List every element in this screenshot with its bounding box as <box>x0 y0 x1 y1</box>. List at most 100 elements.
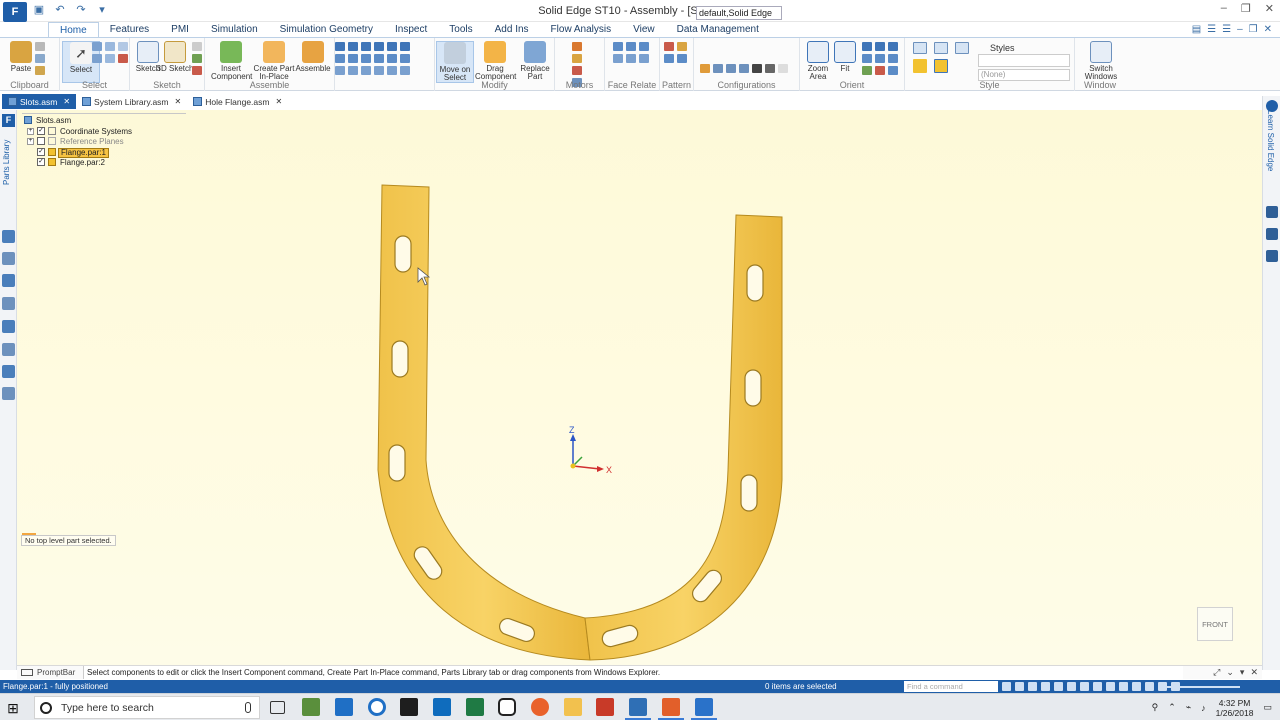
terminal-app-icon[interactable] <box>400 698 418 716</box>
assemble-button[interactable]: Assemble <box>293 41 333 73</box>
pattern-2-icon[interactable] <box>677 42 687 51</box>
close-tab-icon[interactable]: ✕ <box>275 97 282 106</box>
gamepad-app-icon[interactable] <box>498 698 516 716</box>
solid-edge-window-icon[interactable] <box>691 698 717 720</box>
prompt-bar-label[interactable]: PromptBar <box>21 668 75 677</box>
relate-10-icon[interactable] <box>374 54 384 63</box>
paste-special-icon[interactable] <box>35 66 45 75</box>
minimize-icon[interactable]: – <box>1221 2 1227 15</box>
style-view-1-icon[interactable] <box>913 42 927 54</box>
tab-flow-analysis[interactable]: Flow Analysis <box>540 22 623 37</box>
relate-6-icon[interactable] <box>400 42 410 51</box>
close-tab-icon[interactable]: ✕ <box>63 97 70 106</box>
motor-2-icon[interactable] <box>572 54 582 63</box>
tree-item-flange-2[interactable]: ✓ Flange.par:2 <box>22 158 182 169</box>
visibility-checkbox[interactable]: ✓ <box>37 158 45 166</box>
right-tool-2-icon[interactable] <box>1266 228 1278 240</box>
insert-component-button[interactable]: Insert Component <box>211 41 252 81</box>
dock-tool-6-icon[interactable] <box>2 343 15 356</box>
volume-icon[interactable]: ♪ <box>1201 703 1206 713</box>
styles-dropdown[interactable] <box>978 54 1070 67</box>
configuration-dropdown[interactable]: default,Solid Edge <box>696 6 782 20</box>
outlook-app-icon[interactable] <box>433 698 451 716</box>
find-command-input[interactable]: Find a command <box>904 681 998 692</box>
relate-7-icon[interactable] <box>335 54 345 63</box>
create-part-in-place-button[interactable]: Create Part In-Place <box>253 41 295 81</box>
tab-features[interactable]: Features <box>99 22 160 37</box>
view-cube[interactable]: FRONT <box>1197 603 1237 641</box>
config-1-icon[interactable] <box>700 64 710 73</box>
restore-icon[interactable]: ❐ <box>1241 2 1251 15</box>
right-tool-1-icon[interactable] <box>1266 206 1278 218</box>
style-view-2-icon[interactable] <box>934 42 948 54</box>
relate-17-icon[interactable] <box>387 66 397 75</box>
tree-item-coordinate-systems[interactable]: + ✓ Coordinate Systems <box>22 126 182 138</box>
relate-5-icon[interactable] <box>387 42 397 51</box>
replace-part-button[interactable]: Replace Part <box>515 41 555 81</box>
notifications-icon[interactable]: ▭ <box>1263 702 1272 713</box>
graphics-window[interactable]: Z X <box>17 110 1262 665</box>
tray-expand-icon[interactable]: ⌃ <box>1168 702 1176 713</box>
select-filter-icon[interactable] <box>92 42 102 51</box>
zoom-slider[interactable] <box>1160 686 1240 688</box>
relate-16-icon[interactable] <box>374 66 384 75</box>
expand-icon[interactable]: + <box>27 138 34 145</box>
prompt-down-icon[interactable]: ⌄ <box>1226 667 1234 678</box>
status-tool-5-icon[interactable] <box>1054 682 1063 691</box>
config-7-icon[interactable] <box>778 64 788 73</box>
expand-icon[interactable]: + <box>27 127 34 135</box>
tab-pmi[interactable]: PMI <box>160 22 200 37</box>
people-icon[interactable]: ⚲ <box>1152 702 1159 713</box>
sketch-tool-2-icon[interactable] <box>192 54 202 63</box>
status-tool-6-icon[interactable] <box>1067 682 1076 691</box>
relate-3-icon[interactable] <box>361 42 371 51</box>
minecraft-app-icon[interactable] <box>302 698 320 716</box>
view-cube-front-face[interactable]: FRONT <box>1197 607 1233 641</box>
pattern-4-icon[interactable] <box>677 54 687 63</box>
taskbar-search-box[interactable]: Type here to search <box>34 696 260 719</box>
prompt-resize-icon[interactable]: ⤢ <box>1213 667 1220 678</box>
microphone-icon[interactable] <box>245 702 251 713</box>
dock-tool-7-icon[interactable] <box>2 365 15 378</box>
doc-tab-slots[interactable]: Slots.asm ✕ <box>2 94 77 109</box>
relate-1-icon[interactable] <box>335 42 345 51</box>
drag-component-button[interactable]: Drag Component <box>475 41 516 81</box>
tab-simulation-geometry[interactable]: Simulation Geometry <box>269 22 384 37</box>
select-region-icon[interactable] <box>105 54 115 63</box>
tab-home[interactable]: Home <box>48 22 99 37</box>
capture-app-icon[interactable] <box>625 698 651 720</box>
excel-app-icon[interactable] <box>466 698 484 716</box>
prompt-close-icon[interactable]: ✕ <box>1250 667 1258 678</box>
motor-3-icon[interactable] <box>572 66 582 75</box>
tab-simulation[interactable]: Simulation <box>200 22 269 37</box>
status-tool-2-icon[interactable] <box>1015 682 1024 691</box>
visibility-checkbox[interactable]: ✓ <box>37 147 45 156</box>
chrome-like-app-icon[interactable] <box>368 698 386 716</box>
status-tool-12-icon[interactable] <box>1145 682 1154 691</box>
move-on-select-button[interactable]: Move on Select <box>436 41 474 83</box>
status-tool-9-icon[interactable] <box>1106 682 1115 691</box>
layout-icon[interactable]: ☰ <box>1207 24 1216 35</box>
relate-18-icon[interactable] <box>400 66 410 75</box>
pathfinder-icon[interactable]: F <box>2 114 15 127</box>
style-value-field[interactable]: (None) <box>978 69 1070 81</box>
clock[interactable]: 4:32 PM 1/26/2018 <box>1216 698 1254 718</box>
relate-8-icon[interactable] <box>348 54 358 63</box>
face-relate-4-icon[interactable] <box>613 54 623 63</box>
select-box-icon[interactable] <box>118 42 128 51</box>
dock-tool-3-icon[interactable] <box>2 274 15 287</box>
relate-15-icon[interactable] <box>361 66 371 75</box>
cut-icon[interactable] <box>35 42 45 51</box>
doc-tab-hole-flange[interactable]: Hole Flange.asm ✕ <box>187 94 288 109</box>
relate-13-icon[interactable] <box>335 66 345 75</box>
motor-icon[interactable] <box>572 42 582 51</box>
pattern-1-icon[interactable] <box>664 42 674 51</box>
face-relate-2-icon[interactable] <box>626 42 636 51</box>
windows-start-icon[interactable]: ⊞ <box>4 699 22 717</box>
close-tab-icon[interactable]: ✕ <box>175 97 182 106</box>
sketch-tool-1-icon[interactable] <box>192 42 202 51</box>
shaded-icon[interactable] <box>913 59 927 73</box>
switch-windows-button[interactable]: Switch Windows <box>1079 41 1123 81</box>
dock-tool-4-icon[interactable] <box>2 297 15 310</box>
firefox-app-icon[interactable] <box>531 698 549 716</box>
